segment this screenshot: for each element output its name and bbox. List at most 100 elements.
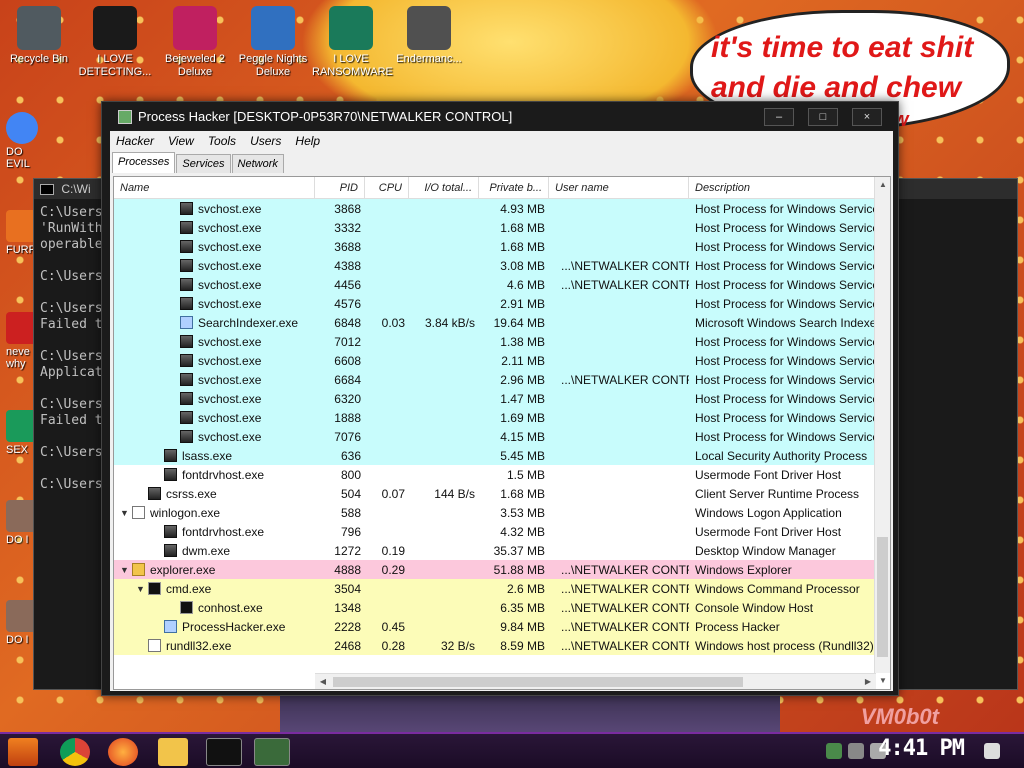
scroll-down-arrow-icon[interactable]: ▼ bbox=[875, 673, 890, 689]
table-row[interactable]: SearchIndexer.exe 6848 0.03 3.84 kB/s 19.64 … bbox=[114, 313, 876, 332]
taskbar: 4:41 PM bbox=[0, 732, 1024, 768]
notification-icon[interactable] bbox=[984, 743, 1000, 759]
desktop-icon-label: I LOVE RANSOMWARE bbox=[312, 53, 393, 78]
tab-services[interactable]: Services bbox=[176, 154, 231, 173]
cpu-cell: 0.29 bbox=[381, 562, 405, 577]
table-row[interactable]: svchost.exe 4388 3.08 MB ...\NETWALKER CONT… bbox=[114, 256, 876, 275]
scroll-right-arrow-icon[interactable]: ▶ bbox=[860, 674, 876, 689]
file-explorer-taskbar-icon[interactable] bbox=[158, 738, 188, 766]
expand-toggle-icon[interactable]: ▼ bbox=[120, 565, 130, 575]
vertical-scrollbar[interactable]: ▲ ▼ bbox=[874, 177, 890, 685]
maximize-button[interactable]: □ bbox=[808, 108, 838, 126]
process-name: svchost.exe bbox=[198, 410, 262, 425]
menu-view[interactable]: View bbox=[168, 134, 194, 148]
table-row[interactable]: svchost.exe 4456 4.6 MB ...\NETWALKER CONTR… bbox=[114, 275, 876, 294]
desktop-icon[interactable]: I LOVE DETECTING... bbox=[76, 6, 154, 79]
expand-toggle-icon[interactable]: ▼ bbox=[136, 584, 146, 594]
description-cell: Desktop Window Manager bbox=[695, 543, 836, 558]
desktop-icon[interactable]: DO EVIL bbox=[6, 112, 42, 170]
speech-line-1: it's time to eat shit bbox=[711, 31, 974, 64]
close-button[interactable]: × bbox=[852, 108, 882, 126]
process-icon bbox=[164, 544, 177, 557]
window-title-bar[interactable]: Process Hacker [DESKTOP-0P53R70\NETWALKE… bbox=[102, 102, 898, 131]
table-row[interactable]: svchost.exe 3868 4.93 MB Host Process for W… bbox=[114, 199, 876, 218]
pid-cell: 800 bbox=[340, 467, 361, 482]
column-header-pid[interactable]: PID bbox=[315, 177, 365, 198]
chrome-taskbar-icon[interactable] bbox=[60, 738, 90, 766]
table-row[interactable]: svchost.exe 7012 1.38 MB Host Process for W… bbox=[114, 332, 876, 351]
desktop-icon[interactable]: Recycle Bin bbox=[0, 6, 78, 66]
table-row[interactable]: svchost.exe 6684 2.96 MB ...\NETWALKER CONT… bbox=[114, 370, 876, 389]
table-row[interactable]: svchost.exe 6320 1.47 MB Host Process for W… bbox=[114, 389, 876, 408]
clock[interactable]: 4:41 PM bbox=[878, 736, 965, 761]
table-row[interactable]: csrss.exe 504 0.07 144 B/s 1.68 MB Client Ser… bbox=[114, 484, 876, 503]
desktop-icon[interactable]: Peggle Nights Deluxe bbox=[234, 6, 312, 79]
table-row[interactable]: ▼ cmd.exe 3504 2.6 MB ...\NETWALKER CONTROL W… bbox=[114, 579, 876, 598]
table-row[interactable]: lsass.exe 636 5.45 MB Local Security Author… bbox=[114, 446, 876, 465]
user-name-cell: ...\NETWALKER CONTROL bbox=[561, 638, 689, 653]
desktop-icon[interactable]: I LOVE RANSOMWARE bbox=[312, 6, 393, 79]
table-row[interactable]: svchost.exe 3688 1.68 MB Host Process for W… bbox=[114, 237, 876, 256]
process-name-cell: dwm.exe bbox=[114, 544, 315, 558]
firefox-taskbar-icon[interactable] bbox=[108, 738, 138, 766]
process-hacker-taskbar-icon[interactable] bbox=[254, 738, 290, 766]
scroll-up-arrow-icon[interactable]: ▲ bbox=[875, 177, 890, 193]
column-header-description[interactable]: Description bbox=[689, 177, 876, 198]
table-row[interactable]: svchost.exe 4576 2.91 MB Host Process for W… bbox=[114, 294, 876, 313]
table-row[interactable]: svchost.exe 3332 1.68 MB Host Process for W… bbox=[114, 218, 876, 237]
column-header-io-total[interactable]: I/O total... bbox=[409, 177, 479, 198]
table-row[interactable]: svchost.exe 6608 2.11 MB Host Process for W… bbox=[114, 351, 876, 370]
table-row[interactable]: svchost.exe 7076 4.15 MB Host Process for W… bbox=[114, 427, 876, 446]
menu-users[interactable]: Users bbox=[250, 134, 281, 148]
desktop-icon[interactable]: Bejeweled 2 Deluxe bbox=[156, 6, 234, 79]
column-header-user-name[interactable]: User name bbox=[549, 177, 689, 198]
cmd-taskbar-icon[interactable] bbox=[206, 738, 242, 766]
process-tree-list[interactable]: Name PID CPU I/O total... Private b... User n… bbox=[113, 176, 891, 690]
column-header-private-bytes[interactable]: Private b... bbox=[479, 177, 549, 198]
start-button[interactable] bbox=[8, 738, 38, 766]
table-row[interactable]: fontdrvhost.exe 796 4.32 MB Usermode Font D… bbox=[114, 522, 876, 541]
menu-help[interactable]: Help bbox=[295, 134, 320, 148]
table-row[interactable]: ProcessHacker.exe 2228 0.45 9.84 MB ...\NETW… bbox=[114, 617, 876, 636]
desktop-icon-label: Peggle Nights Deluxe bbox=[238, 53, 308, 78]
table-row[interactable]: conhost.exe 1348 6.35 MB ...\NETWALKER CONT… bbox=[114, 598, 876, 617]
description-cell: Process Hacker bbox=[695, 619, 780, 634]
horizontal-scroll-thumb[interactable] bbox=[333, 677, 743, 687]
scroll-left-arrow-icon[interactable]: ◀ bbox=[315, 674, 331, 689]
vertical-scroll-thumb[interactable] bbox=[877, 537, 888, 657]
user-name-cell: ...\NETWALKER CONTROL bbox=[561, 600, 689, 615]
process-name-cell: svchost.exe bbox=[114, 373, 315, 387]
table-row[interactable]: ▼ explorer.exe 4888 0.29 51.88 MB ...\NETWALK… bbox=[114, 560, 876, 579]
desktop-icon[interactable]: Endermanc... bbox=[390, 6, 468, 66]
description-cell: Host Process for Windows Services bbox=[695, 410, 876, 425]
tray-app-icon[interactable] bbox=[826, 743, 842, 759]
menu-hacker[interactable]: Hacker bbox=[116, 134, 154, 148]
process-name-cell: svchost.exe bbox=[114, 335, 315, 349]
private-bytes-cell: 1.38 MB bbox=[500, 334, 545, 349]
table-row[interactable]: ▼ winlogon.exe 588 3.53 MB Windows Logon App… bbox=[114, 503, 876, 522]
process-hacker-window[interactable]: Process Hacker [DESKTOP-0P53R70\NETWALKE… bbox=[101, 101, 899, 696]
process-icon bbox=[148, 582, 161, 595]
process-icon bbox=[148, 487, 161, 500]
table-row[interactable]: fontdrvhost.exe 800 1.5 MB Usermode Font Dr… bbox=[114, 465, 876, 484]
process-name-cell: svchost.exe bbox=[114, 259, 315, 273]
process-icon bbox=[164, 468, 177, 481]
menu-tools[interactable]: Tools bbox=[208, 134, 236, 148]
table-row[interactable]: rundll32.exe 2468 0.28 32 B/s 8.59 MB ...\NET… bbox=[114, 636, 876, 655]
table-row[interactable]: svchost.exe 1888 1.69 MB Host Process for W… bbox=[114, 408, 876, 427]
io-total-cell: 3.84 kB/s bbox=[424, 315, 475, 330]
pid-cell: 3868 bbox=[334, 201, 361, 216]
tab-processes[interactable]: Processes bbox=[112, 152, 176, 173]
table-row[interactable]: dwm.exe 1272 0.19 35.37 MB Desktop Window Ma… bbox=[114, 541, 876, 560]
minimize-button[interactable]: – bbox=[764, 108, 794, 126]
description-cell: Host Process for Windows Services bbox=[695, 296, 876, 311]
pid-cell: 3332 bbox=[334, 220, 361, 235]
network-icon[interactable] bbox=[848, 743, 864, 759]
expand-toggle-icon[interactable]: ▼ bbox=[120, 508, 130, 518]
pid-cell: 4388 bbox=[334, 258, 361, 273]
private-bytes-cell: 19.64 MB bbox=[493, 315, 545, 330]
tab-network[interactable]: Network bbox=[231, 154, 284, 173]
column-header-cpu[interactable]: CPU bbox=[365, 177, 409, 198]
horizontal-scrollbar[interactable]: ◀ ▶ bbox=[315, 673, 876, 689]
column-header-name[interactable]: Name bbox=[114, 177, 315, 198]
